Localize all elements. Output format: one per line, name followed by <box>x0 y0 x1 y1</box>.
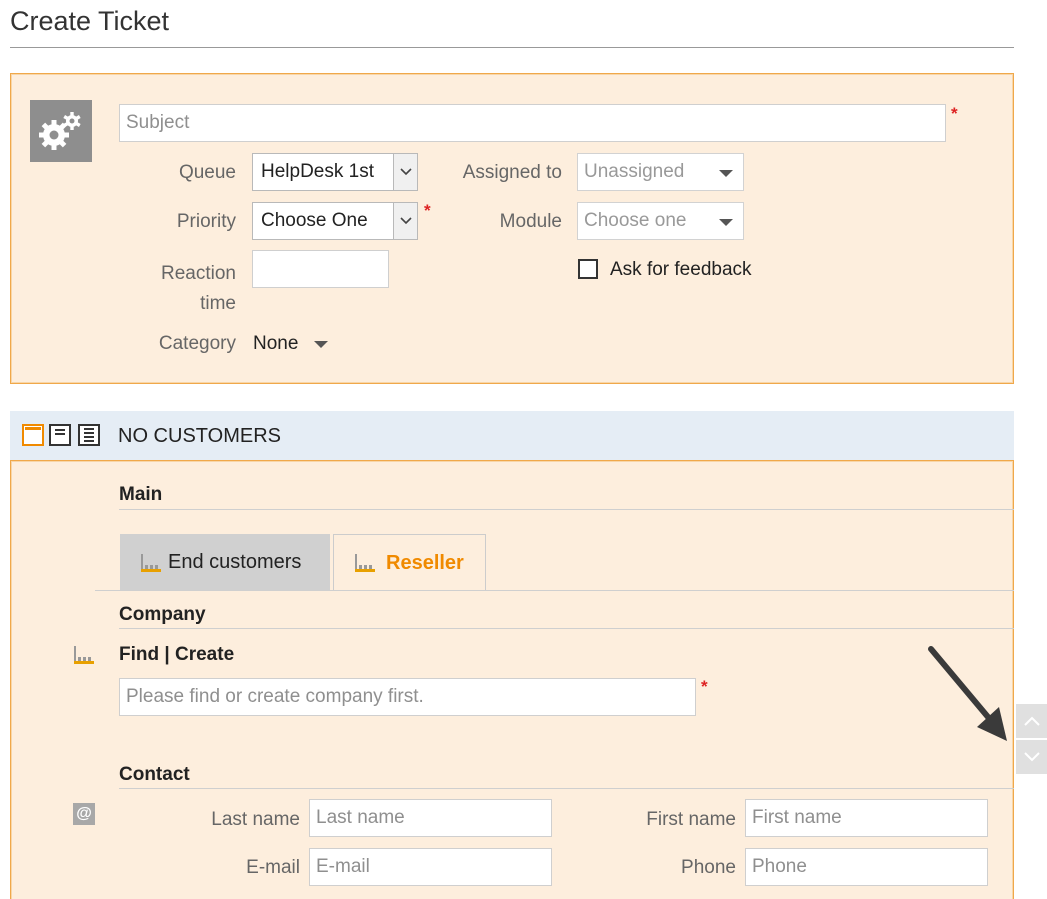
company-search-input[interactable] <box>119 678 696 716</box>
email-label: E-mail <box>246 857 300 878</box>
reaction-time-label-line1: Reaction <box>161 263 236 284</box>
queue-value: HelpDesk 1st <box>261 161 374 182</box>
reaction-time-input[interactable] <box>252 250 389 288</box>
layout-one-icon[interactable] <box>22 424 44 446</box>
subject-input[interactable] <box>119 104 946 142</box>
last-name-label: Last name <box>211 809 300 830</box>
tab-reseller-label: Reseller <box>386 551 464 574</box>
phone-input[interactable] <box>745 848 988 886</box>
customers-bar-title: NO CUSTOMERS <box>118 425 281 447</box>
priority-select[interactable]: Choose One <box>252 202 418 240</box>
priority-label: Priority <box>176 211 236 232</box>
company-required-marker: * <box>701 677 708 696</box>
queue-label: Queue <box>178 162 236 183</box>
page-title: Create Ticket <box>10 6 170 36</box>
layout-two-icon[interactable] <box>49 424 71 446</box>
dropdown-arrow-icon <box>719 219 733 226</box>
arrow-annotation-icon <box>928 646 1007 741</box>
factory-icon <box>355 554 375 572</box>
module-label: Module <box>499 211 562 232</box>
company-section-divider <box>119 628 1014 629</box>
reaction-time-label-line2: time <box>200 293 236 314</box>
module-select[interactable]: Choose one <box>577 202 744 240</box>
create-link[interactable]: Create <box>175 644 234 665</box>
find-create-links: Find | Create <box>119 644 234 666</box>
find-link[interactable]: Find <box>119 644 159 665</box>
find-create-separator: | <box>164 644 170 665</box>
priority-value: Choose One <box>261 210 368 231</box>
category-value: None <box>253 333 299 354</box>
title-divider <box>10 47 1014 48</box>
module-value: Choose one <box>584 210 687 231</box>
queue-select[interactable]: HelpDesk 1st <box>252 153 418 191</box>
tabs-divider <box>95 590 1014 591</box>
gear-icon <box>30 100 92 162</box>
factory-icon <box>141 553 161 572</box>
subject-required-marker: * <box>951 104 958 123</box>
layout-three-icon[interactable] <box>78 424 100 446</box>
chevron-down-icon <box>393 203 417 239</box>
scroll-up-icon[interactable] <box>1016 704 1047 738</box>
at-icon: @ <box>73 803 95 825</box>
chevron-down-icon <box>393 154 417 190</box>
first-name-label: First name <box>646 809 736 830</box>
tab-reseller[interactable]: Reseller <box>333 534 486 591</box>
last-name-input[interactable] <box>309 799 552 837</box>
ask-for-feedback-checkbox[interactable] <box>578 259 598 279</box>
company-section-title: Company <box>119 604 206 625</box>
main-section-title: Main <box>119 484 163 505</box>
main-section-divider <box>119 509 1014 510</box>
first-name-input[interactable] <box>745 799 988 837</box>
dropdown-arrow-icon <box>719 170 733 177</box>
tab-end-customers[interactable]: End customers <box>120 534 330 591</box>
category-label: Category <box>158 333 236 354</box>
reaction-time-label: Reaction time <box>130 259 236 319</box>
dropdown-arrow-icon <box>314 340 329 348</box>
contact-section-title: Contact <box>119 764 190 785</box>
assigned-to-label: Assigned to <box>462 162 562 183</box>
scroll-down-icon[interactable] <box>1016 740 1047 774</box>
phone-label: Phone <box>681 857 736 878</box>
email-input[interactable] <box>309 848 552 886</box>
priority-required-marker: * <box>424 201 431 220</box>
tab-end-customers-label: End customers <box>168 551 302 573</box>
ask-for-feedback-label[interactable]: Ask for feedback <box>610 259 752 281</box>
contact-section-divider <box>119 788 1014 789</box>
assigned-to-select[interactable]: Unassigned <box>577 153 744 191</box>
assigned-to-value: Unassigned <box>584 161 685 182</box>
category-dropdown[interactable]: None <box>253 333 329 355</box>
factory-icon <box>74 646 94 664</box>
